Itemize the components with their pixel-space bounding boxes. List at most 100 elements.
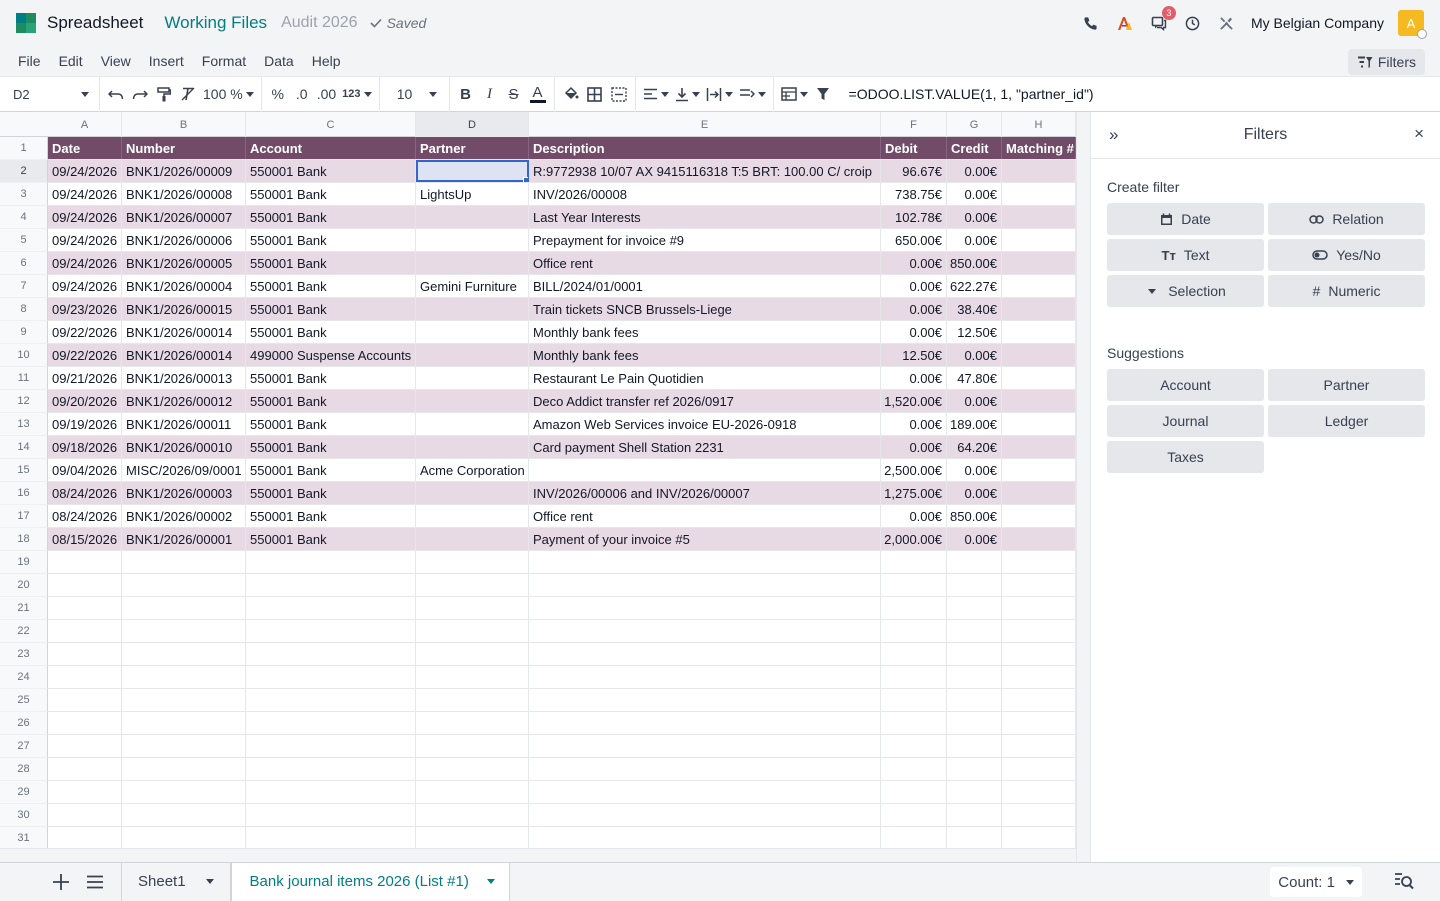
cell-a15[interactable]: 09/04/2026 (48, 459, 122, 481)
cell-e31[interactable] (529, 827, 881, 849)
cell-h15[interactable] (1002, 459, 1076, 481)
cell-a12[interactable]: 09/20/2026 (48, 390, 122, 412)
cell-b11[interactable]: BNK1/2026/00013 (122, 367, 246, 389)
cell-a16[interactable]: 08/24/2026 (48, 482, 122, 504)
cell-e15[interactable] (529, 459, 881, 481)
breadcrumb-current[interactable]: Audit 2026 (281, 14, 358, 32)
cell-reference-box[interactable]: D2 (0, 76, 100, 112)
cell-a24[interactable] (48, 666, 122, 688)
cell-d5[interactable] (416, 229, 529, 251)
cell-b26[interactable] (122, 712, 246, 734)
cell-d1[interactable]: Partner (416, 137, 529, 159)
add-sheet-icon[interactable] (49, 870, 73, 894)
cell-h30[interactable] (1002, 804, 1076, 826)
cell-e24[interactable] (529, 666, 881, 688)
cell-c24[interactable] (246, 666, 416, 688)
cell-a26[interactable] (48, 712, 122, 734)
spreadsheet-logo-icon[interactable] (16, 13, 36, 33)
row-header[interactable]: 24 (0, 666, 48, 689)
increase-decimal-button[interactable]: .00 (315, 82, 338, 106)
cell-f27[interactable] (881, 735, 947, 757)
cell-g14[interactable]: 64.20€ (947, 436, 1002, 458)
row-header[interactable]: 15 (0, 459, 48, 482)
cell-h2[interactable] (1002, 160, 1076, 182)
row-header[interactable]: 8 (0, 298, 48, 321)
cell-a28[interactable] (48, 758, 122, 780)
cell-a23[interactable] (48, 643, 122, 665)
cell-c23[interactable] (246, 643, 416, 665)
cell-e25[interactable] (529, 689, 881, 711)
row-header[interactable]: 11 (0, 367, 48, 390)
redo-icon[interactable] (129, 82, 151, 106)
cell-e17[interactable]: Office rent (529, 505, 881, 527)
column-header-e[interactable]: E (529, 112, 881, 137)
cell-g19[interactable] (947, 551, 1002, 573)
cell-g12[interactable]: 0.00€ (947, 390, 1002, 412)
cell-g2[interactable]: 0.00€ (947, 160, 1002, 182)
cell-h18[interactable] (1002, 528, 1076, 550)
cell-a31[interactable] (48, 827, 122, 849)
cell-f11[interactable]: 0.00€ (881, 367, 947, 389)
cell-e8[interactable]: Train tickets SNCB Brussels-Liege (529, 298, 881, 320)
cell-h20[interactable] (1002, 574, 1076, 596)
cell-b27[interactable] (122, 735, 246, 757)
cell-f15[interactable]: 2,500.00€ (881, 459, 947, 481)
cell-c12[interactable]: 550001 Bank (246, 390, 416, 412)
sheet-list-icon[interactable] (83, 870, 107, 894)
cell-g9[interactable]: 12.50€ (947, 321, 1002, 343)
cell-d2[interactable] (416, 160, 529, 182)
cell-b4[interactable]: BNK1/2026/00007 (122, 206, 246, 228)
create-yes-no-filter-button[interactable]: Yes/No (1268, 239, 1425, 271)
spreadsheet-grid[interactable]: A B C D E F G H 1 2 3 4 5 6 7 8 9 10 11 12 13 14 15 16 1… (0, 112, 1090, 862)
cell-f14[interactable]: 0.00€ (881, 436, 947, 458)
cell-d30[interactable] (416, 804, 529, 826)
cell-b16[interactable]: BNK1/2026/00003 (122, 482, 246, 504)
cell-c22[interactable] (246, 620, 416, 642)
cell-d23[interactable] (416, 643, 529, 665)
cell-b29[interactable] (122, 781, 246, 803)
cell-e7[interactable]: BILL/2024/01/0001 (529, 275, 881, 297)
font-size-select[interactable]: 10 (394, 82, 416, 106)
column-header-f[interactable]: F (881, 112, 947, 137)
cell-e27[interactable] (529, 735, 881, 757)
row-header[interactable]: 23 (0, 643, 48, 666)
vertical-align-select[interactable] (673, 82, 702, 106)
cell-b7[interactable]: BNK1/2026/00004 (122, 275, 246, 297)
cell-d3[interactable]: LightsUp (416, 183, 529, 205)
cell-g25[interactable] (947, 689, 1002, 711)
cell-f29[interactable] (881, 781, 947, 803)
cell-c26[interactable] (246, 712, 416, 734)
cell-a13[interactable]: 09/19/2026 (48, 413, 122, 435)
cell-d24[interactable] (416, 666, 529, 688)
cell-g22[interactable] (947, 620, 1002, 642)
row-header[interactable]: 4 (0, 206, 48, 229)
row-header[interactable]: 2 (0, 160, 48, 183)
cell-b25[interactable] (122, 689, 246, 711)
cell-e22[interactable] (529, 620, 881, 642)
cell-b14[interactable]: BNK1/2026/00010 (122, 436, 246, 458)
cell-h1[interactable]: Matching # (1002, 137, 1076, 159)
cell-e5[interactable]: Prepayment for invoice #9 (529, 229, 881, 251)
cell-c30[interactable] (246, 804, 416, 826)
menu-file[interactable]: File (0, 53, 50, 69)
cell-h19[interactable] (1002, 551, 1076, 573)
cell-d15[interactable]: Acme Corporation (416, 459, 529, 481)
cell-b12[interactable]: BNK1/2026/00012 (122, 390, 246, 412)
cell-g21[interactable] (947, 597, 1002, 619)
cell-g4[interactable]: 0.00€ (947, 206, 1002, 228)
cell-h24[interactable] (1002, 666, 1076, 688)
cell-d7[interactable]: Gemini Furniture (416, 275, 529, 297)
cell-g6[interactable]: 850.00€ (947, 252, 1002, 274)
filter-icon[interactable] (812, 82, 834, 106)
cell-g18[interactable]: 0.00€ (947, 528, 1002, 550)
cell-b22[interactable] (122, 620, 246, 642)
cell-c21[interactable] (246, 597, 416, 619)
cell-d9[interactable] (416, 321, 529, 343)
cell-c13[interactable]: 550001 Bank (246, 413, 416, 435)
cell-h8[interactable] (1002, 298, 1076, 320)
cell-f1[interactable]: Debit (881, 137, 947, 159)
cell-d14[interactable] (416, 436, 529, 458)
bold-button[interactable]: B (455, 82, 477, 106)
fill-color-icon[interactable] (560, 82, 582, 106)
cell-a25[interactable] (48, 689, 122, 711)
